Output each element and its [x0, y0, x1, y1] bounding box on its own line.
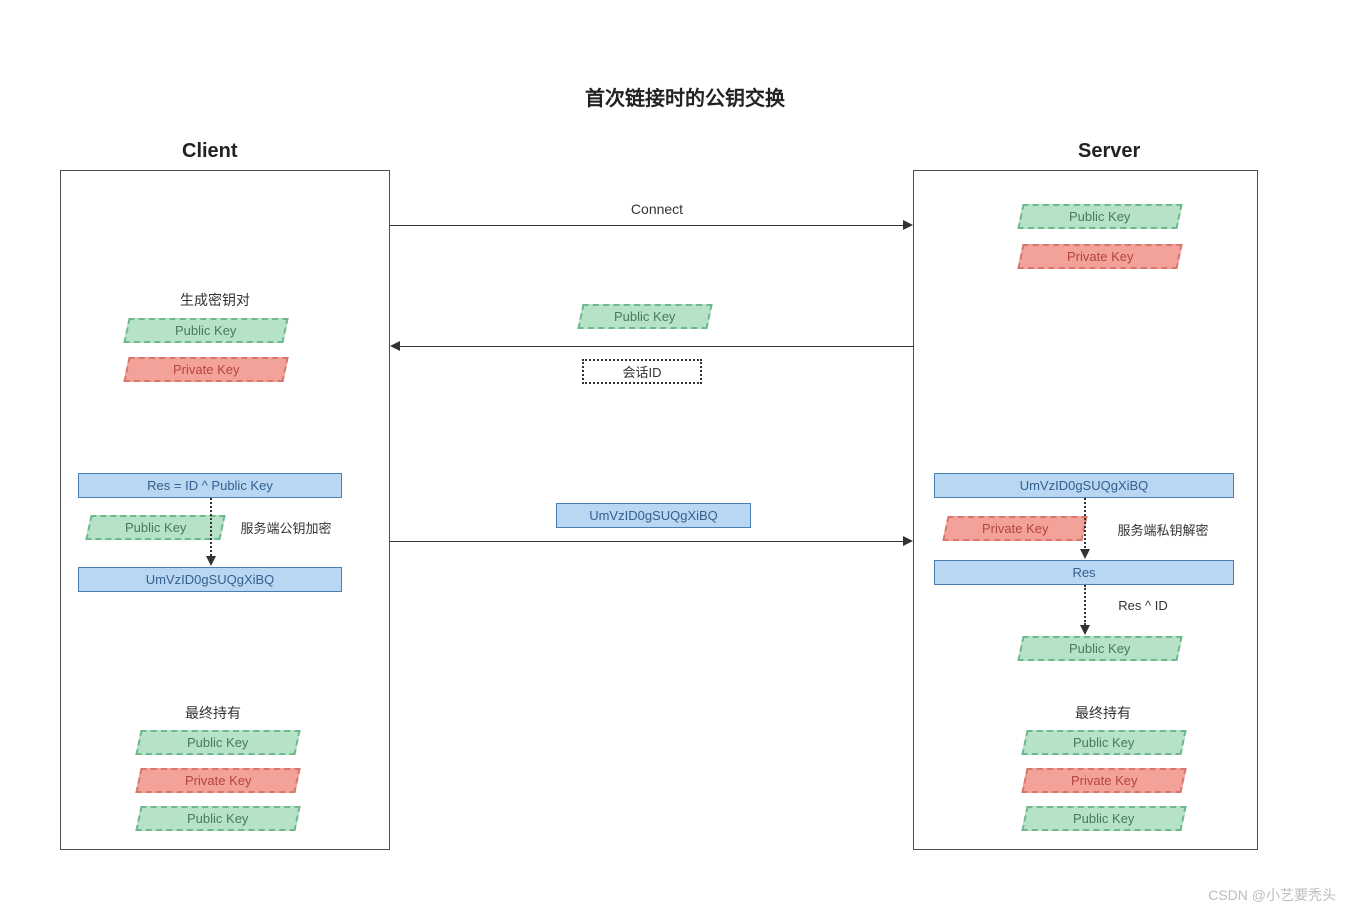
client-enc-public-key-box: Public Key — [85, 515, 225, 540]
server-down-arrowhead-2 — [1080, 625, 1090, 635]
client-public-key-box: Public Key — [123, 318, 288, 343]
server-public-key-box: Public Key — [1017, 204, 1182, 229]
client-private-key-box: Private Key — [123, 357, 288, 382]
connect-label: Connect — [612, 201, 702, 217]
server-to-client-arrow-line — [400, 346, 914, 347]
client-final-holds-label: 最终持有 — [168, 703, 258, 723]
msg-cipher-box: UmVzID0gSUQgXiBQ — [556, 503, 751, 528]
dec-with-server-priv-label: 服务端私钥解密 — [1098, 520, 1228, 539]
watermark: CSDN @小艺要秃头 — [1208, 885, 1336, 905]
server-final-public-key-2: Public Key — [1021, 806, 1186, 831]
server-final-holds-label: 最终持有 — [1058, 703, 1148, 723]
client-final-public-key-2: Public Key — [135, 806, 300, 831]
client-final-public-key-1: Public Key — [135, 730, 300, 755]
server-private-key-box: Private Key — [1017, 244, 1182, 269]
server-down-dotted-2 — [1084, 585, 1086, 625]
client-to-server-arrow-head — [903, 536, 913, 546]
server-down-arrowhead-1 — [1080, 549, 1090, 559]
diagram-title: 首次链接时的公钥交换 — [0, 82, 1370, 111]
msg-public-key-box: Public Key — [577, 304, 712, 329]
client-down-arrowhead — [206, 556, 216, 566]
connect-arrow-line — [390, 225, 903, 226]
connect-arrow-head — [903, 220, 913, 230]
server-cipher-box: UmVzID0gSUQgXiBQ — [934, 473, 1234, 498]
server-to-client-arrow-head — [390, 341, 400, 351]
server-res-box: Res — [934, 560, 1234, 585]
client-res-formula-box: Res = ID ^ Public Key — [78, 473, 342, 498]
client-down-dotted — [210, 498, 212, 556]
client-final-private-key: Private Key — [135, 768, 300, 793]
server-down-dotted-1 — [1084, 498, 1086, 548]
gen-keypair-label: 生成密钥对 — [160, 290, 270, 310]
res-xor-id-label: Res ^ ID — [1098, 598, 1188, 613]
server-label: Server — [1078, 140, 1140, 163]
server-final-public-key-1: Public Key — [1021, 730, 1186, 755]
enc-with-server-pub-label: 服务端公钥加密 — [226, 518, 346, 537]
server-final-private-key: Private Key — [1021, 768, 1186, 793]
server-dec-private-key-box: Private Key — [942, 516, 1087, 541]
client-to-server-arrow-line — [390, 541, 903, 542]
client-label: Client — [182, 140, 238, 163]
session-id-box: 会话ID — [582, 359, 702, 384]
server-derived-public-key-box: Public Key — [1017, 636, 1182, 661]
client-cipher-box: UmVzID0gSUQgXiBQ — [78, 567, 342, 592]
